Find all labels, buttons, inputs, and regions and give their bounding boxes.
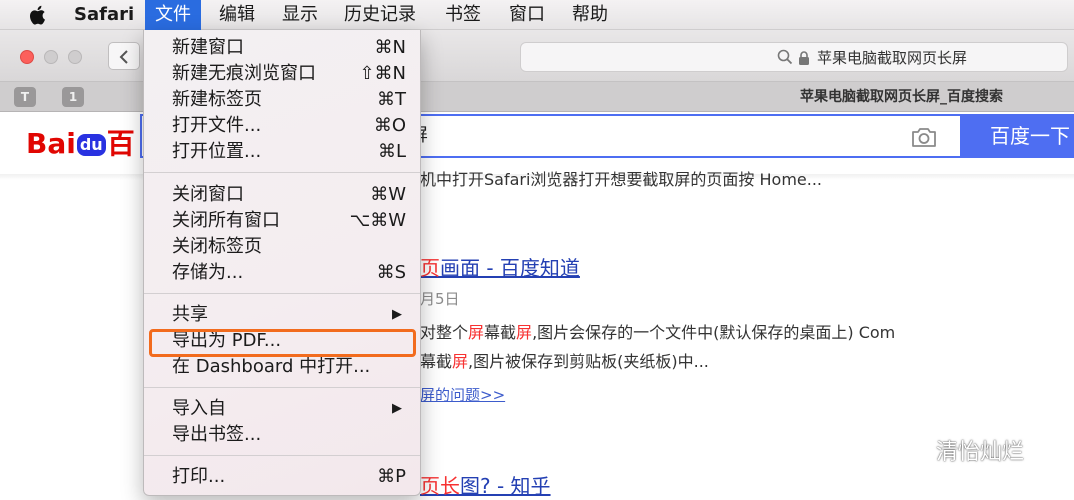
result-snippet: 机中打开Safari浏览器打开想要截取屏的页面按 Home... [420,170,823,189]
menu-view[interactable]: 显示 [272,0,328,30]
menu-item-open-location[interactable]: 打开位置... ⌘L [144,139,420,165]
menu-item-new-window[interactable]: 新建窗口 ⌘N [144,35,420,61]
menu-separator [144,455,420,456]
menu-separator [144,172,420,173]
submenu-arrow-icon: ▶ [392,307,402,322]
menu-item-save-as[interactable]: 存储为... ⌘S [144,260,420,286]
search-button[interactable]: 百度一下 [960,114,1074,158]
watermark: 清怡灿烂 [900,434,1024,468]
menu-separator [144,293,420,294]
result-title-1[interactable]: 页画面 - 百度知道 [420,252,580,281]
chevron-left-icon [119,50,128,64]
pinned-tab-1[interactable]: 1 [62,87,84,107]
result-date: 月5日 [420,290,460,308]
lock-icon [799,51,809,65]
camera-icon[interactable] [910,125,938,149]
menu-item-close-all-windows[interactable]: 关闭所有窗口 ⌥⌘W [144,208,420,234]
address-text: 苹果电脑截取网页长屏 [817,49,968,67]
result-title-2[interactable]: 页长图? - 知乎 [420,470,551,499]
result-line: 对整个屏幕截屏,图片会保存的一个文件中(默认保存的桌面上) Com [420,323,896,342]
menu-item-close-tab[interactable]: 关闭标签页 [144,234,420,260]
menu-item-import-from[interactable]: 导入自 ▶ [144,396,420,422]
menu-item-new-private-window[interactable]: 新建无痕浏览窗口 ⇧⌘N [144,61,420,87]
result-line: 幕截屏,图片被保存到剪贴板(夹纸板)中... [420,352,709,371]
file-menu-dropdown: 新建窗口 ⌘N 新建无痕浏览窗口 ⇧⌘N 新建标签页 ⌘T 打开文件... ⌘O 打开位… [143,30,421,496]
zoom-window-button[interactable] [68,50,82,64]
menu-item-close-window[interactable]: 关闭窗口 ⌘W [144,182,420,208]
search-icon [777,49,793,65]
annotation-highlight-box [149,329,416,357]
menu-separator [144,387,420,388]
menu-history[interactable]: 历史记录 [334,0,426,30]
menu-bar: Safari 文件 编辑 显示 历史记录 书签 窗口 帮助 [0,0,1074,30]
menu-file[interactable]: 文件 [145,0,201,30]
tab-active-title[interactable]: 苹果电脑截取网页长屏_百度搜索 [800,82,1003,112]
minimize-window-button[interactable] [44,50,58,64]
menu-bookmarks[interactable]: 书签 [435,0,491,30]
address-bar[interactable]: 苹果电脑截取网页长屏 [520,42,1068,72]
menu-item-open-file[interactable]: 打开文件... ⌘O [144,113,420,139]
apple-icon[interactable] [28,5,46,25]
menu-item-print[interactable]: 打印... ⌘P [144,464,420,490]
menu-item-export-bookmarks[interactable]: 导出书签... [144,422,420,448]
submenu-arrow-icon: ▶ [392,401,402,416]
menu-item-new-tab[interactable]: 新建标签页 ⌘T [144,87,420,113]
close-window-button[interactable] [20,50,34,64]
baidu-logo[interactable]: Bai du 百 [26,122,135,160]
wechat-icon [900,441,929,464]
menu-help[interactable]: 帮助 [562,0,618,30]
pinned-tab-t[interactable]: T [14,87,36,107]
menu-item-share[interactable]: 共享 ▶ [144,302,420,328]
more-questions-link[interactable]: 屏的问题>> [420,384,505,405]
menu-edit[interactable]: 编辑 [209,0,265,30]
menu-item-open-in-dashboard[interactable]: 在 Dashboard 中打开... [144,354,420,380]
back-button[interactable] [108,42,140,70]
menu-window[interactable]: 窗口 [499,0,555,30]
menu-safari[interactable]: Safari [64,0,144,30]
